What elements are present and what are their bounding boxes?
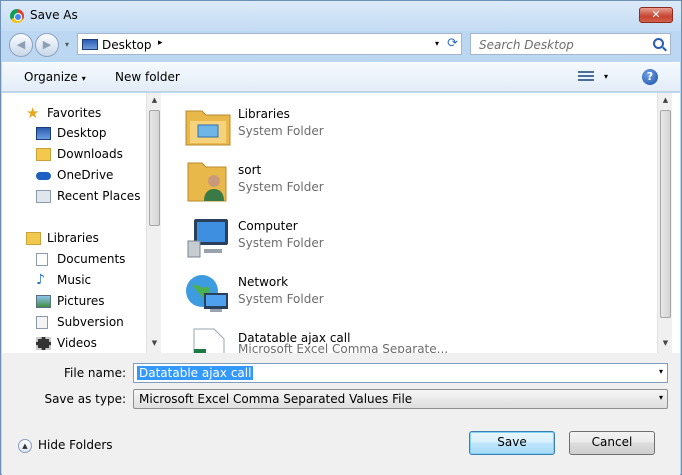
file-name-dropdown-icon[interactable]: ▾ xyxy=(659,367,663,376)
navigation-pane: ★ Favorites Desktop Downloads OneDrive R… xyxy=(2,93,161,353)
recent-places-icon xyxy=(36,190,51,203)
star-icon: ★ xyxy=(26,104,40,122)
new-folder-button[interactable]: New folder xyxy=(115,70,180,84)
file-type: System Folder xyxy=(238,236,324,250)
sidebar-item-label: Pictures xyxy=(57,294,105,308)
recent-locations-dropdown[interactable]: ▾ xyxy=(65,40,69,49)
address-bar[interactable]: Desktop ▸ ▾ ⟳ xyxy=(77,33,462,55)
file-name: Network xyxy=(238,275,289,289)
close-button[interactable]: ✕ xyxy=(639,7,673,23)
organize-button[interactable]: Organize ▾ xyxy=(24,70,86,84)
command-toolbar: Organize ▾ New folder ▾ ? xyxy=(2,62,680,92)
save-type-select[interactable]: Microsoft Excel Comma Separated Values F… xyxy=(133,389,668,409)
forward-button[interactable]: ▶ xyxy=(35,33,59,57)
collapse-icon: ▲ xyxy=(18,439,32,453)
search-placeholder: Search Desktop xyxy=(479,38,574,52)
window-title: Save As xyxy=(30,8,78,22)
sidebar-item-label: Subversion xyxy=(57,315,124,329)
downloads-icon xyxy=(36,148,51,161)
network-icon xyxy=(186,275,228,312)
sidebar-item-label: Recent Places xyxy=(57,189,141,203)
save-type-value: Microsoft Excel Comma Separated Values F… xyxy=(139,392,413,406)
scroll-down-icon[interactable]: ▼ xyxy=(658,336,673,351)
excel-csv-icon xyxy=(193,328,225,353)
scroll-up-icon[interactable]: ▲ xyxy=(147,93,162,108)
documents-icon xyxy=(36,253,48,266)
organize-label: Organize xyxy=(24,70,78,84)
sidebar-item-label: Music xyxy=(57,273,92,287)
file-type: Microsoft Excel Comma Separate... xyxy=(238,342,449,353)
sidebar-scrollbar[interactable]: ▲ ▼ xyxy=(146,93,161,353)
libraries-icon xyxy=(26,232,41,245)
refresh-icon[interactable]: ⟳ xyxy=(447,36,458,51)
search-icon[interactable] xyxy=(653,38,664,49)
organize-arrow-icon: ▾ xyxy=(81,74,86,83)
videos-icon xyxy=(36,337,51,350)
chrome-icon xyxy=(10,9,24,23)
browser-panel: ★ Favorites Desktop Downloads OneDrive R… xyxy=(2,93,680,353)
libraries-folder-icon xyxy=(185,110,231,146)
search-input[interactable]: Search Desktop xyxy=(470,33,671,55)
list-item[interactable]: Computer System Folder xyxy=(184,213,644,263)
file-type: System Folder xyxy=(238,180,324,194)
file-type: System Folder xyxy=(238,292,324,306)
list-item[interactable]: Libraries System Folder xyxy=(184,101,644,151)
file-name: sort xyxy=(238,163,262,177)
help-icon[interactable]: ? xyxy=(642,69,658,85)
onedrive-icon xyxy=(36,172,51,180)
file-type: System Folder xyxy=(238,124,324,138)
save-type-label: Save as type: xyxy=(44,392,126,406)
sidebar-favorites-label: Favorites xyxy=(47,106,102,120)
desktop-icon xyxy=(36,127,51,140)
sidebar-item-label: OneDrive xyxy=(57,168,114,182)
hide-folders-label: Hide Folders xyxy=(38,438,113,452)
scrollbar-thumb[interactable] xyxy=(149,110,160,226)
sidebar-item-label: Videos xyxy=(57,336,97,350)
file-name: Computer xyxy=(238,219,298,233)
file-name-label: File name: xyxy=(64,366,126,380)
file-name: Libraries xyxy=(238,107,290,121)
save-type-dropdown-icon[interactable]: ▾ xyxy=(659,393,663,402)
subversion-icon xyxy=(36,316,48,329)
scroll-down-icon[interactable]: ▼ xyxy=(147,336,162,351)
back-button[interactable]: ◀ xyxy=(9,33,33,57)
file-name-value[interactable]: Datatable ajax call xyxy=(137,366,254,380)
scrollbar-thumb[interactable] xyxy=(660,110,671,318)
file-list-scrollbar[interactable]: ▲ ▼ xyxy=(657,93,672,353)
sidebar-item-label: Desktop xyxy=(57,126,107,140)
address-dropdown-icon[interactable]: ▾ xyxy=(435,39,439,48)
change-view-icon[interactable] xyxy=(578,71,594,85)
save-form: File name: Datatable ajax call ▾ Save as… xyxy=(2,353,680,475)
user-folder-icon xyxy=(187,162,227,202)
list-item[interactable]: Datatable ajax call Microsoft Excel Comm… xyxy=(184,325,644,353)
list-item[interactable]: Network System Folder xyxy=(184,269,644,319)
file-name-field[interactable]: Datatable ajax call ▾ xyxy=(133,363,668,383)
address-location[interactable]: Desktop xyxy=(102,38,152,52)
music-icon: ♪ xyxy=(36,272,45,288)
sidebar-libraries-label: Libraries xyxy=(47,231,99,245)
desktop-icon xyxy=(82,39,98,50)
computer-icon xyxy=(187,219,228,258)
sidebar-item-label: Downloads xyxy=(57,147,123,161)
cancel-button[interactable]: Cancel xyxy=(569,431,655,455)
title-bar: Save As ✕ xyxy=(1,1,681,31)
navigation-bar: ◀ ▶ ▾ Desktop ▸ ▾ ⟳ Search Desktop xyxy=(1,31,681,59)
file-list: Libraries System Folder sort System Fold… xyxy=(162,93,680,353)
breadcrumb-arrow-icon[interactable]: ▸ xyxy=(158,38,163,48)
scroll-up-icon[interactable]: ▲ xyxy=(658,93,673,108)
sidebar-item-label: Documents xyxy=(57,252,126,266)
save-button[interactable]: Save xyxy=(469,431,555,455)
pictures-icon xyxy=(36,295,51,308)
view-options-dropdown[interactable]: ▾ xyxy=(604,72,608,81)
save-as-dialog: Save As ✕ ◀ ▶ ▾ Desktop ▸ ▾ ⟳ Search Des… xyxy=(0,0,682,475)
list-item[interactable]: sort System Folder xyxy=(184,157,644,207)
